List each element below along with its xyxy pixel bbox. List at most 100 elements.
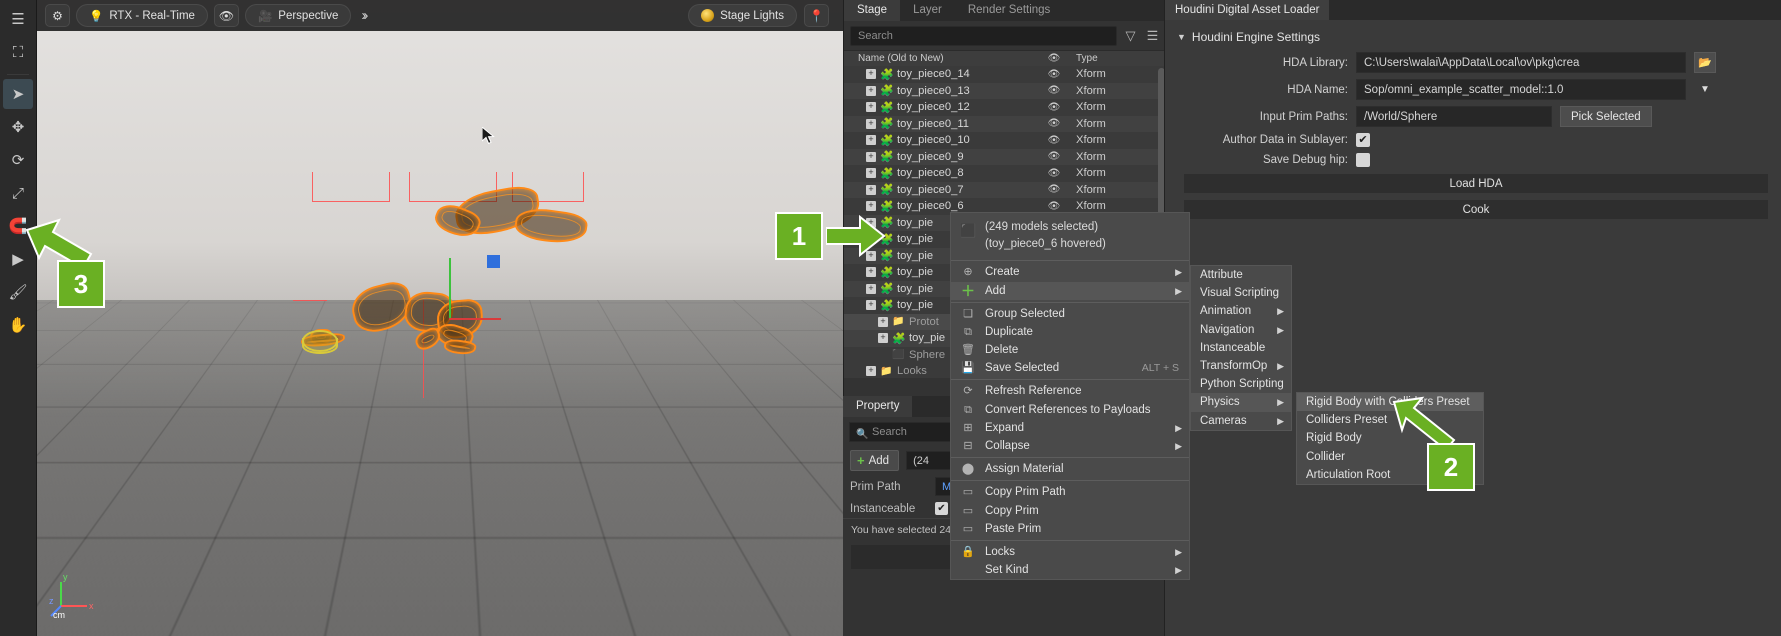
expand-icon[interactable]: +	[866, 85, 876, 96]
expand-icon[interactable]: +	[866, 118, 876, 129]
chevron-down-icon[interactable]: ▼	[1694, 84, 1716, 95]
submenu-item-transformop[interactable]: TransformOp ▶	[1191, 357, 1291, 375]
submenu-item-cameras[interactable]: Cameras ▶	[1191, 412, 1291, 430]
menu-item-refresh-reference[interactable]: ⟳ Refresh Reference	[951, 382, 1189, 400]
input-prim-paths-input[interactable]: /World/Sphere	[1356, 106, 1552, 127]
sliders-icon[interactable]: ⚙	[45, 4, 70, 27]
cook-button[interactable]: Cook	[1183, 199, 1769, 220]
hda-library-input[interactable]: C:\Users\walai\AppData\Local\ov\pkg\crea	[1356, 52, 1686, 73]
eye-icon[interactable]: 👁	[1037, 151, 1071, 162]
expand-icon[interactable]: +	[866, 102, 876, 113]
pick-selected-button[interactable]: Pick Selected	[1560, 106, 1652, 127]
folder-open-icon[interactable]: 📂	[1694, 52, 1716, 73]
tab-houdini-digital-asset-loader[interactable]: Houdini Digital Asset Loader	[1165, 0, 1330, 20]
expand-icon[interactable]: +	[866, 184, 876, 195]
author-data-in-sublayer-checkbox[interactable]: ✔	[1356, 133, 1370, 147]
table-row[interactable]: + 🧩 toy_piece0_10 👁 Xform	[844, 132, 1167, 149]
add-property-button[interactable]: + Add	[850, 450, 900, 471]
brush-icon[interactable]: 🖌	[3, 277, 33, 307]
column-name[interactable]: Name (Old to New)	[844, 53, 1037, 64]
menu-item-locks[interactable]: 🔒 Locks ▶	[951, 543, 1189, 561]
funnel-icon[interactable]: ▽	[1122, 28, 1139, 44]
menu-item-collapse[interactable]: ⊟ Collapse ▶	[951, 437, 1189, 455]
table-row[interactable]: + 🧩 toy_piece0_11 👁 Xform	[844, 115, 1167, 132]
scale-icon[interactable]: ⤢	[3, 178, 33, 208]
toy-piece[interactable]	[513, 205, 589, 247]
menu-item-add[interactable]: ＋ Add ▶	[951, 281, 1189, 300]
expand-icon[interactable]: +	[866, 201, 876, 212]
submenu-item-attribute[interactable]: Attribute	[1191, 266, 1291, 284]
expand-icon[interactable]: +	[878, 316, 888, 327]
menu-item-copy-prim-path[interactable]: ▭ Copy Prim Path	[951, 483, 1189, 501]
cursor-arrow-icon[interactable]: ➤	[3, 79, 33, 109]
expand-icon[interactable]: +	[866, 69, 876, 80]
rotate-icon[interactable]: ⟳	[3, 145, 33, 175]
eye-icon[interactable]: 👁	[1037, 69, 1071, 80]
menu-item-convert-references-to-payloads[interactable]: ⧉ Convert References to Payloads	[951, 401, 1189, 419]
table-row[interactable]: + 🧩 toy_piece0_8 👁 Xform	[844, 165, 1167, 182]
eye-icon[interactable]: 👁	[1037, 135, 1071, 146]
table-row[interactable]: + 🧩 toy_piece0_12 👁 Xform	[844, 99, 1167, 116]
renderer-selector[interactable]: 💡 RTX - Real-Time	[76, 4, 208, 27]
eye-icon[interactable]: 👁	[1037, 168, 1071, 179]
move-icon[interactable]: ✥	[3, 112, 33, 142]
cylinder-prim-body[interactable]	[302, 338, 338, 354]
camera-selector[interactable]: 🎥 Perspective	[244, 4, 352, 27]
expand-icon[interactable]: +	[866, 283, 876, 294]
column-type[interactable]: Type	[1071, 53, 1167, 64]
viewport-3d[interactable]: x y z cm	[37, 0, 843, 636]
load-hda-button[interactable]: Load HDA	[1183, 173, 1769, 194]
menu-item-set-kind[interactable]: Set Kind ▶	[951, 561, 1189, 579]
hamburger-icon[interactable]: ☰	[1144, 28, 1161, 44]
expand-icon[interactable]: +	[866, 151, 876, 162]
expand-icon[interactable]: +	[878, 333, 888, 344]
eye-icon[interactable]: 👁	[213, 4, 239, 27]
table-row[interactable]: + 🧩 toy_piece0_13 👁 Xform	[844, 82, 1167, 99]
menu-item-copy-prim[interactable]: ▭ Copy Prim	[951, 502, 1189, 520]
stage-lights-button[interactable]: Stage Lights	[688, 4, 797, 27]
triangle-down-icon[interactable]: ▼	[1177, 32, 1186, 42]
menu-item-save-selected[interactable]: 💾 Save Selected ALT + S	[951, 359, 1189, 377]
transform-gizmo[interactable]	[449, 258, 451, 320]
save-debug-hip-checkbox[interactable]: ✔	[1356, 153, 1370, 167]
eye-icon[interactable]: 👁	[1037, 201, 1071, 212]
select-box-icon[interactable]: ⛶	[3, 37, 33, 67]
menu-item-expand[interactable]: ⊞ Expand ▶	[951, 419, 1189, 437]
submenu-item-animation[interactable]: Animation ▶	[1191, 302, 1291, 320]
stage-search-input[interactable]: Search	[850, 26, 1117, 46]
menu-icon[interactable]: ☰	[3, 4, 33, 34]
menu-item-assign-material[interactable]: ⬤ Assign Material	[951, 460, 1189, 478]
menu-item-paste-prim[interactable]: ▭ Paste Prim	[951, 520, 1189, 538]
transform-gizmo-x[interactable]	[449, 318, 501, 320]
eye-icon[interactable]: 👁	[1037, 184, 1071, 195]
tab-render-settings[interactable]: Render Settings	[954, 0, 1064, 21]
expand-icon[interactable]: +	[866, 168, 876, 179]
hand-icon[interactable]: ✋	[3, 310, 33, 340]
tab-layer[interactable]: Layer	[900, 0, 955, 21]
submenu-item-python-scripting[interactable]: Python Scripting	[1191, 375, 1291, 393]
menu-item-delete[interactable]: 🗑 Delete	[951, 341, 1189, 359]
expand-icon[interactable]: +	[866, 300, 876, 311]
expand-icon[interactable]: +	[866, 366, 876, 377]
menu-item-group-selected[interactable]: ❏ Group Selected	[951, 305, 1189, 323]
eye-icon[interactable]: 👁	[1037, 102, 1071, 113]
submenu-item-instanceable[interactable]: Instanceable	[1191, 339, 1291, 357]
table-row[interactable]: + 🧩 toy_piece0_7 👁 Xform	[844, 181, 1167, 198]
blue-box-prim[interactable]	[487, 255, 500, 268]
instanceable-checkbox[interactable]: ✔	[935, 502, 948, 515]
tab-property[interactable]: Property	[843, 396, 913, 417]
eye-icon[interactable]: 👁	[1037, 85, 1071, 96]
table-row[interactable]: + 🧩 toy_piece0_9 👁 Xform	[844, 148, 1167, 165]
expand-icon[interactable]: +	[866, 135, 876, 146]
submenu-item-visual-scripting[interactable]: Visual Scripting	[1191, 284, 1291, 302]
submenu-item-navigation[interactable]: Navigation ▶	[1191, 321, 1291, 339]
double-chevron-right-icon[interactable]: ››	[361, 7, 368, 24]
table-row[interactable]: + 🧩 toy_piece0_14 👁 Xform	[844, 66, 1167, 83]
houdini-engine-settings-header[interactable]: ▼ Houdini Engine Settings	[1173, 26, 1773, 52]
menu-item-create[interactable]: ⊕ Create ▶	[951, 263, 1189, 281]
submenu-item-physics[interactable]: Physics ▶	[1191, 393, 1291, 412]
eye-icon[interactable]: 👁	[1037, 118, 1071, 129]
tab-stage[interactable]: Stage	[844, 0, 901, 21]
location-pin-icon[interactable]: 📍	[804, 4, 829, 27]
expand-icon[interactable]: +	[866, 267, 876, 278]
